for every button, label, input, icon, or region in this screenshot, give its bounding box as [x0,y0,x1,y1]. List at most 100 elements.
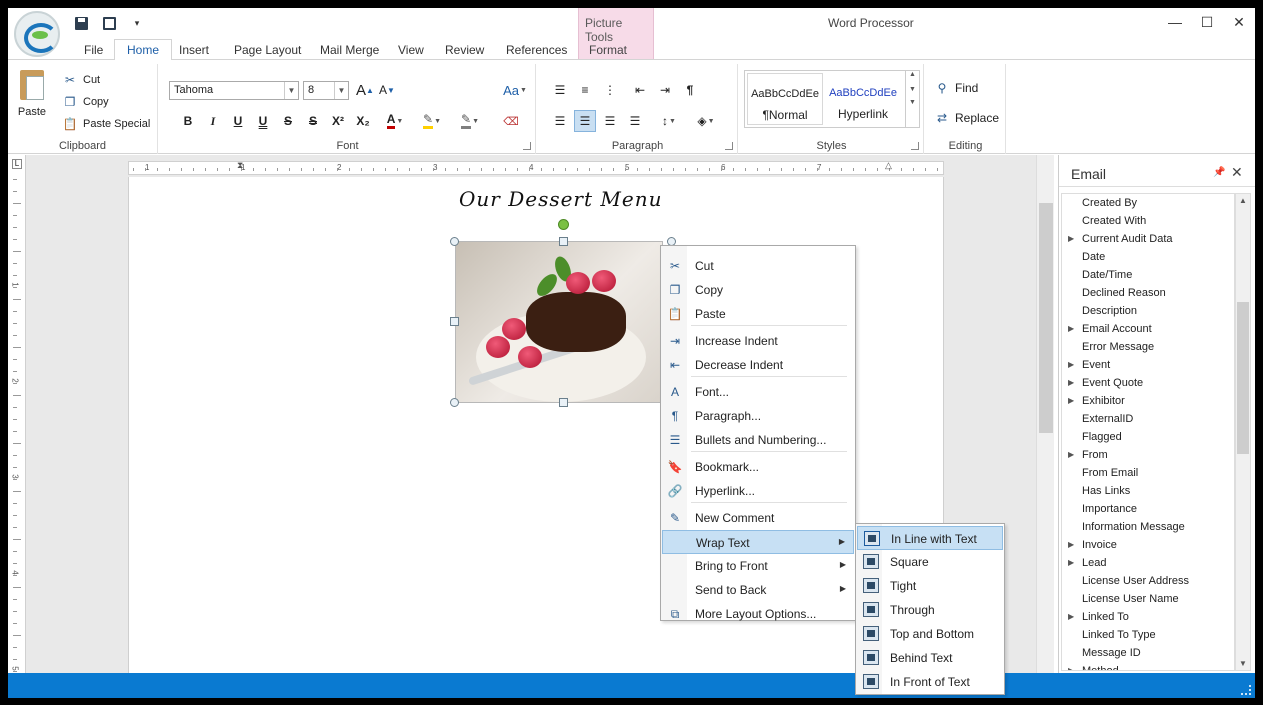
wrap-option-in-front-of-text[interactable]: In Front of Text [857,670,1003,694]
wrap-option-through[interactable]: Through [857,598,1003,622]
field-list-item[interactable]: Importance [1062,500,1234,518]
field-list-item[interactable]: From Email [1062,464,1234,482]
field-list-item[interactable]: Description [1062,302,1234,320]
menu-item-more-layout-options[interactable]: ⧉ More Layout Options... [662,602,854,626]
double-strikethrough-button[interactable]: S [302,110,324,132]
save-button[interactable] [72,14,90,32]
field-list-item[interactable]: ▶ Method [1062,662,1234,670]
resize-handle[interactable] [559,237,568,246]
styles-dialog-launcher[interactable] [911,142,919,150]
tab-page-layout[interactable]: Page Layout [222,42,313,60]
copy-button[interactable]: ❐ Copy [62,94,109,110]
superscript-button[interactable]: X² [327,110,349,132]
replace-button[interactable]: ⇄ Replace [934,110,999,126]
tab-file[interactable]: File [72,42,115,60]
menu-item-cut[interactable]: ✂ Cut [662,254,854,278]
menu-item-new-comment[interactable]: ✎ New Comment [662,506,854,530]
show-formatting-button[interactable]: ¶ [679,79,701,101]
chevron-down-icon[interactable]: ▼ [284,82,298,99]
multilevel-list-button[interactable]: ⋮ [599,79,621,101]
field-list-item[interactable]: Date [1062,248,1234,266]
indent-marker-icon[interactable]: △ [885,160,892,171]
field-list-item[interactable]: ▶ Lead [1062,554,1234,572]
wrap-option-tight[interactable]: Tight [857,574,1003,598]
resize-handle[interactable] [559,398,568,407]
wrap-option-top-and-bottom[interactable]: Top and Bottom [857,622,1003,646]
tab-references[interactable]: References [494,42,579,60]
field-list-item[interactable]: License User Name [1062,590,1234,608]
menu-item-hyperlink[interactable]: 🔗 Hyperlink... [662,479,854,503]
close-window-button[interactable]: ✕ [1223,8,1255,36]
wrap-option-in-line-with-text[interactable]: In Line with Text [857,526,1003,550]
align-right-button[interactable]: ☰ [599,110,621,132]
increase-indent-button[interactable]: ⇥ [654,79,676,101]
dessert-picture[interactable] [455,241,663,403]
expand-arrow-icon[interactable]: ▶ [1068,320,1074,338]
strikethrough-button[interactable]: S [277,110,299,132]
font-size-combo[interactable]: 8 ▼ [303,81,349,100]
scrollbar-thumb[interactable] [1039,203,1053,433]
menu-item-send-to-back[interactable]: Send to Back ▶ [662,578,854,602]
italic-button[interactable]: I [202,110,224,132]
tab-insert[interactable]: Insert [167,42,221,60]
expand-arrow-icon[interactable]: ▶ [1068,446,1074,464]
scrollbar-thumb[interactable] [1237,302,1249,454]
justify-button[interactable]: ☰ [624,110,646,132]
field-list-item[interactable]: ▶ Exhibitor [1062,392,1234,410]
save-all-button[interactable] [100,14,118,32]
document-scrollbar[interactable] [1036,155,1054,673]
app-logo-icon[interactable] [14,11,60,57]
expand-arrow-icon[interactable]: ▶ [1068,554,1074,572]
field-list-item[interactable]: ▶ Event [1062,356,1234,374]
decrease-indent-button[interactable]: ⇤ [629,79,651,101]
menu-item-copy[interactable]: ❐ Copy [662,278,854,302]
tab-home[interactable]: Home [114,39,173,61]
find-button[interactable]: ⚲ Find [934,80,979,96]
paragraph-shading-button[interactable]: ◈ ▼ [690,110,722,132]
double-underline-button[interactable]: U [252,110,274,132]
bold-button[interactable]: B [177,110,199,132]
paragraph-dialog-launcher[interactable] [725,142,733,150]
close-icon[interactable]: ✕ [1231,164,1243,181]
field-list-item[interactable]: Information Message [1062,518,1234,536]
menu-item-bookmark[interactable]: 🔖 Bookmark... [662,455,854,479]
rotation-handle[interactable] [558,219,569,230]
resize-handle[interactable] [450,317,459,326]
field-list-item[interactable]: Error Message [1062,338,1234,356]
chevron-down-icon[interactable]: ▼ [906,86,919,93]
field-list-item[interactable]: ▶ Current Audit Data [1062,230,1234,248]
expand-arrow-icon[interactable]: ▶ [1068,230,1074,248]
indent-marker-icon[interactable]: ⧗ [237,160,243,171]
field-list-item[interactable]: License User Address [1062,572,1234,590]
grow-font-button[interactable]: A ▲ [354,79,376,101]
underline-button[interactable]: U [227,110,249,132]
field-list-item[interactable]: ▶ Invoice [1062,536,1234,554]
field-list-item[interactable]: ▶ Event Quote [1062,374,1234,392]
expand-arrow-icon[interactable]: ▶ [1068,662,1074,670]
shading-color-button[interactable]: ✎ ▼ [454,110,486,132]
chevron-down-icon[interactable]: ▼ [1236,659,1250,668]
document-title[interactable]: Our Dessert Menu [459,187,662,211]
resize-grip-icon[interactable] [1241,685,1251,695]
paste-special-button[interactable]: 📋 Paste Special [62,116,151,132]
wrap-option-square[interactable]: Square [857,550,1003,574]
subscript-button[interactable]: X₂ [352,110,374,132]
expand-arrow-icon[interactable]: ▶ [1068,536,1074,554]
field-list-item[interactable]: ExternalID [1062,410,1234,428]
pin-icon[interactable]: 📌 [1213,167,1225,178]
horizontal-ruler[interactable]: 1 1 2 3 4 5 6 7 ⧗ △ [128,160,944,175]
line-spacing-button[interactable]: ↕ ▼ [654,110,684,132]
field-list-item[interactable]: Flagged [1062,428,1234,446]
menu-item-font[interactable]: A Font... [662,380,854,404]
style-normal[interactable]: AaBbCcDdEe ¶Normal [747,73,823,125]
align-left-button[interactable]: ☰ [549,110,571,132]
field-list-item[interactable]: Linked To Type [1062,626,1234,644]
expand-arrow-icon[interactable]: ▶ [1068,608,1074,626]
resize-handle[interactable] [450,237,459,246]
align-center-button[interactable]: ☰ [574,110,596,132]
field-list-item[interactable]: ▶ Linked To [1062,608,1234,626]
tab-view[interactable]: View [386,42,436,60]
maximize-button[interactable]: ☐ [1191,8,1223,36]
tab-format[interactable]: Format [577,42,639,60]
menu-item-paste[interactable]: 📋 Paste [662,302,854,326]
